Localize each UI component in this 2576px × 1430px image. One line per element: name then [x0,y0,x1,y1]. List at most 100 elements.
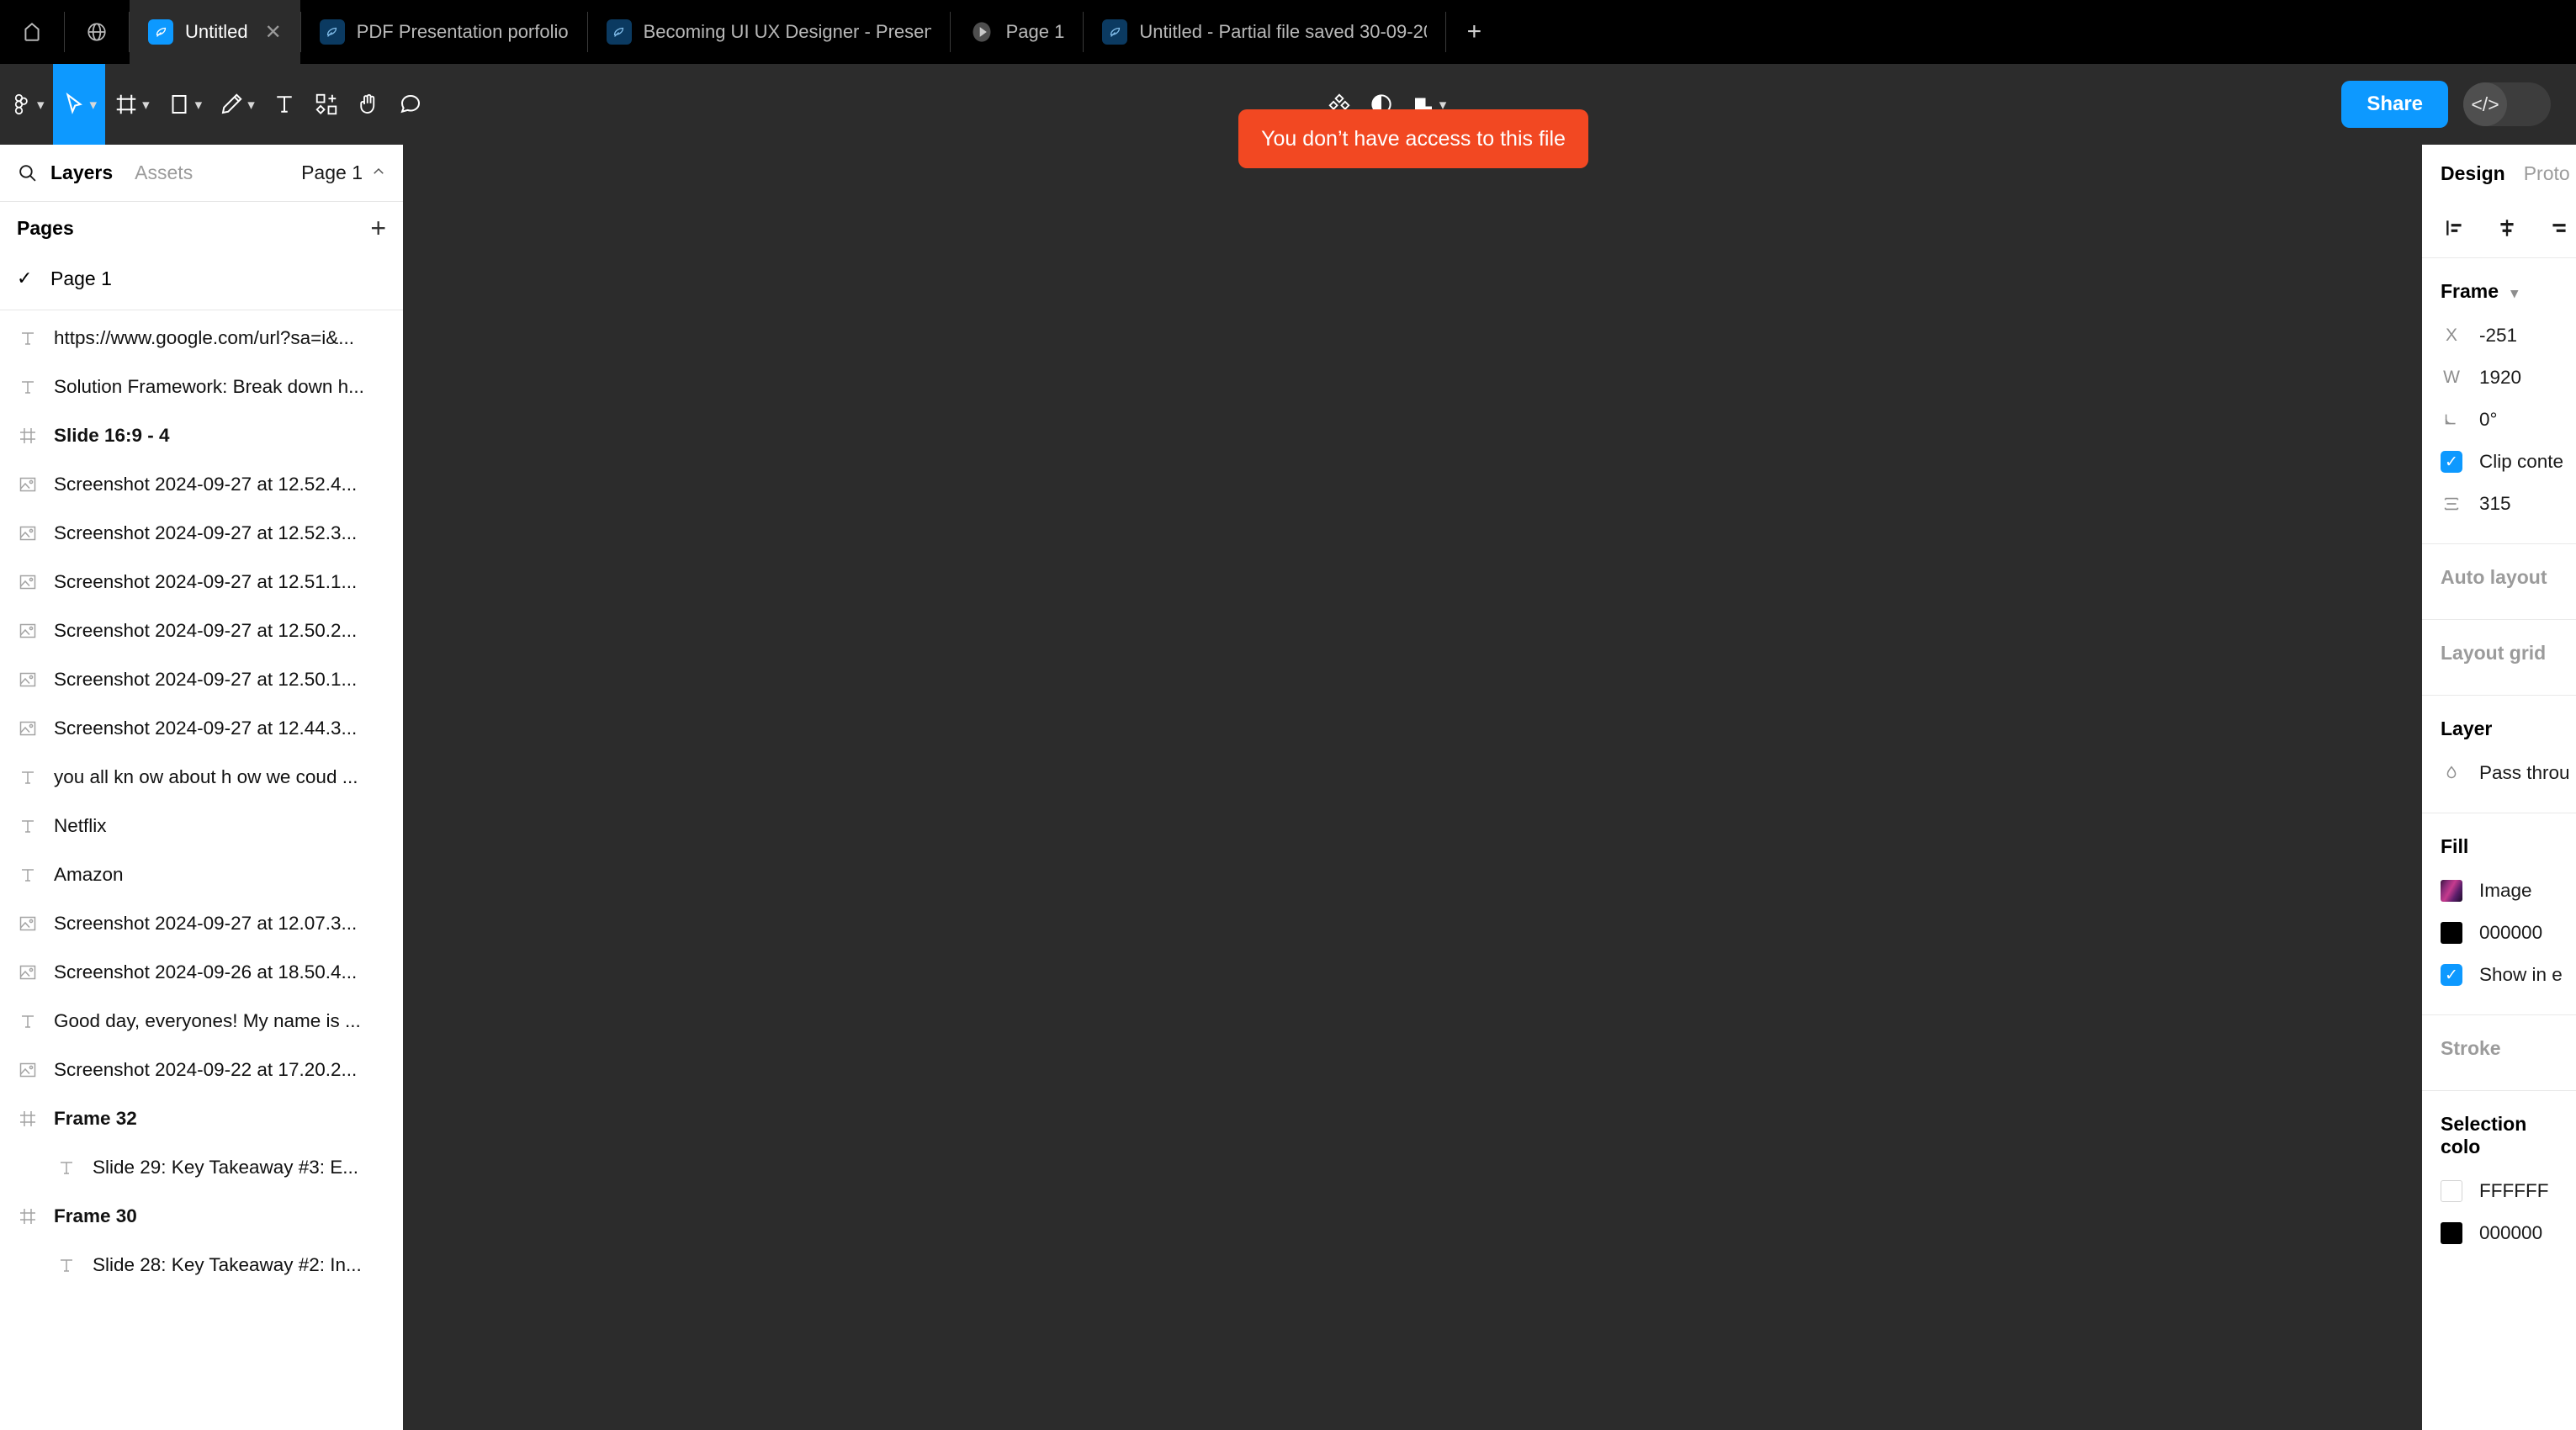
fill-section-title: Fill [2441,835,2469,857]
hand-tool[interactable] [347,64,390,145]
tab-assets[interactable]: Assets [135,162,193,184]
layer-row[interactable]: Screenshot 2024-09-27 at 12.51.1... [0,558,403,606]
browser-tab-untitled[interactable]: Untitled ✕ [130,0,300,64]
chevron-down-icon: ▾ [247,96,255,113]
blend-mode-value: Pass throu [2479,762,2570,783]
clip-content-row[interactable]: ✓ Clip conte [2422,441,2576,483]
layer-label: Frame 32 [54,1108,137,1129]
figma-icon [148,19,173,45]
layer-row[interactable]: Frame 32 [0,1094,403,1143]
selection-color-black[interactable]: 000000 [2422,1212,2576,1254]
search-icon[interactable] [17,162,50,183]
tab-design[interactable]: Design [2441,162,2505,185]
layer-row[interactable]: Screenshot 2024-09-26 at 18.50.4... [0,948,403,997]
layer-row[interactable]: Screenshot 2024-09-27 at 12.07.3... [0,899,403,948]
browser-tab-untitled-partial[interactable]: Untitled - Partial file saved 30-09-20 [1084,0,1445,64]
globe-icon[interactable] [65,0,129,64]
figma-app-window: Untitled ✕ PDF Presentation porfolio Bec… [0,0,2576,1430]
shape-rectangle-tool[interactable]: ▾ [158,64,211,145]
layer-row[interactable]: Solution Framework: Break down h... [0,363,403,411]
page-selector[interactable]: Page 1 [301,162,386,184]
frame-layer-icon [17,1108,39,1130]
layer-label: Screenshot 2024-09-26 at 18.50.4... [54,961,358,982]
layer-label: Good day, everyones! My name is ... [54,1010,361,1031]
share-button[interactable]: Share [2341,81,2449,128]
layers-panel: Layers Assets Page 1 Pages + ✓ Page 1 ht… [0,145,403,1430]
blend-mode-row[interactable]: Pass throu [2422,752,2576,794]
layer-label: Slide 16:9 - 4 [54,425,170,446]
layout-grid-title[interactable]: Layout grid [2422,620,2576,676]
auto-layout-title[interactable]: Auto layout [2422,544,2576,601]
components-tool[interactable] [305,64,347,145]
layer-label: Screenshot 2024-09-27 at 12.50.2... [54,620,358,641]
image-layer-icon [17,961,39,983]
chevron-down-icon[interactable]: ▾ [2510,285,2518,301]
page-list-item[interactable]: ✓ Page 1 [0,254,403,303]
fill-label: Image [2479,880,2532,901]
selection-color-swatch[interactable] [2441,1222,2462,1244]
layer-row[interactable]: Screenshot 2024-09-27 at 12.52.4... [0,460,403,509]
layer-row[interactable]: Slide 16:9 - 4 [0,411,403,460]
align-horizontal-center-icon[interactable] [2496,217,2518,243]
layer-label: Netflix [54,815,107,836]
comment-tool[interactable] [390,64,432,145]
frame-tool[interactable]: ▾ [105,64,158,145]
fill-item-image[interactable]: Image [2422,870,2576,912]
frame-w-value: 1920 [2479,367,2522,388]
home-icon[interactable] [0,0,64,64]
layer-row[interactable]: Screenshot 2024-09-27 at 12.44.3... [0,704,403,753]
color-fill-swatch[interactable] [2441,922,2462,944]
fill-item-color[interactable]: 000000 [2422,912,2576,954]
layer-row[interactable]: Frame 30 [0,1192,403,1241]
frame-rotation-value: 0° [2479,409,2498,430]
layer-row[interactable]: Netflix [0,802,403,850]
text-layer-icon [56,1254,77,1276]
layer-label: Screenshot 2024-09-27 at 12.52.3... [54,522,358,543]
new-tab-button[interactable]: + [1446,0,1502,64]
dev-mode-toggle[interactable]: </> [2463,82,2552,126]
layer-row[interactable]: Screenshot 2024-09-27 at 12.52.3... [0,509,403,558]
text-tool[interactable] [263,64,305,145]
align-right-icon[interactable] [2548,217,2570,243]
design-panel: Design Proto Frame ▾ X -251 W 1920 0° ✓ … [2422,145,2576,1430]
move-cursor-tool[interactable]: ▾ [52,64,106,145]
frame-rotation-row[interactable]: 0° [2422,399,2576,441]
tab-prototype[interactable]: Proto [2524,162,2570,185]
stroke-section-title[interactable]: Stroke [2422,1015,2576,1072]
pen-tool[interactable]: ▾ [210,64,263,145]
show-in-export-checkbox[interactable]: ✓ [2441,964,2462,986]
pages-section-header: Pages + [0,202,403,254]
close-icon[interactable]: ✕ [265,20,282,45]
add-page-button[interactable]: + [370,213,386,244]
design-canvas[interactable] [403,145,2422,1430]
layer-row[interactable]: Screenshot 2024-09-27 at 12.50.2... [0,606,403,655]
show-in-export-row[interactable]: ✓ Show in e [2422,954,2576,996]
image-layer-icon [17,1059,39,1081]
frame-w-row[interactable]: W 1920 [2422,357,2576,399]
layers-panel-header: Layers Assets Page 1 [0,145,403,202]
figma-menu-tool[interactable]: ▾ [0,64,53,145]
layer-row[interactable]: Slide 28: Key Takeaway #2: In... [0,1241,403,1290]
browser-tab-page-1[interactable]: Page 1 [951,0,1084,64]
browser-tab-becoming-ui-ux[interactable]: Becoming UI UX Designer - Presentat [588,0,950,64]
corner-radius-row[interactable]: 315 [2422,483,2576,525]
layer-section-title: Layer [2441,718,2493,739]
image-fill-swatch[interactable] [2441,880,2462,902]
clip-content-checkbox[interactable]: ✓ [2441,451,2462,473]
layer-row[interactable]: https://www.google.com/url?sa=i&... [0,314,403,363]
text-layer-icon [17,1010,39,1032]
frame-x-row[interactable]: X -251 [2422,315,2576,357]
selection-color-white[interactable]: FFFFFF [2422,1170,2576,1212]
align-left-icon[interactable] [2444,217,2466,243]
layer-row[interactable]: Amazon [0,850,403,899]
layer-row[interactable]: you all kn ow about h ow we coud ... [0,753,403,802]
layer-row[interactable]: Slide 29: Key Takeaway #3: E... [0,1143,403,1192]
selection-color-swatch[interactable] [2441,1180,2462,1202]
layer-row[interactable]: Good day, everyones! My name is ... [0,997,403,1046]
browser-tab-pdf-presentation[interactable]: PDF Presentation porfolio [301,0,587,64]
layer-row[interactable]: Screenshot 2024-09-22 at 17.20.2... [0,1046,403,1094]
layer-row[interactable]: Screenshot 2024-09-27 at 12.50.1... [0,655,403,704]
tab-layers[interactable]: Layers [50,162,113,184]
